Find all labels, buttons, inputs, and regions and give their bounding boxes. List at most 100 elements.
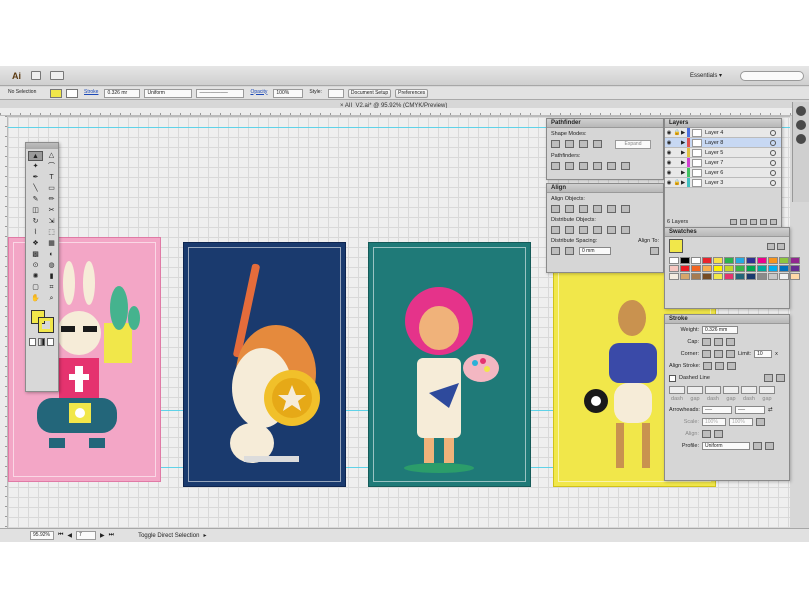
target-icon[interactable] [770, 159, 776, 166]
color-swatch[interactable] [713, 257, 723, 264]
align-top-icon[interactable] [593, 205, 602, 213]
variable-width-profile[interactable]: Uniform [144, 88, 193, 98]
horizontal-distribute-space-icon[interactable] [565, 247, 574, 255]
color-swatch[interactable] [669, 273, 679, 280]
align-hcenter-icon[interactable] [565, 205, 574, 213]
color-swatch[interactable] [735, 273, 745, 280]
grid-view-icon[interactable] [777, 242, 785, 250]
align-to-selection-icon[interactable] [650, 247, 659, 255]
color-swatch[interactable] [746, 265, 756, 272]
color-swatch[interactable] [757, 265, 767, 272]
eyedropper-icon[interactable]: ⊙ [28, 261, 43, 271]
stroke-swatch[interactable] [38, 317, 54, 333]
end-arrowhead-select[interactable]: ── [735, 406, 765, 414]
color-swatch[interactable] [746, 257, 756, 264]
swatches-tab[interactable]: Swatches [665, 228, 789, 237]
arrange-documents-icon[interactable] [50, 71, 64, 80]
opacity-field[interactable]: 100% [273, 88, 304, 98]
magic-wand-icon[interactable]: ✦ [28, 162, 43, 172]
locate-object-icon[interactable] [730, 219, 737, 225]
gradient-icon[interactable]: ◐ [44, 250, 59, 260]
document-setup-button[interactable]: Document Setup [347, 88, 392, 98]
artboard-lion[interactable] [368, 242, 531, 487]
gradient-mode-icon[interactable] [38, 338, 45, 346]
bridge-icon[interactable] [31, 71, 41, 80]
dash-gap-field[interactable] [669, 386, 685, 394]
intersect-icon[interactable] [579, 140, 588, 148]
stroke-tab[interactable]: Stroke [665, 315, 789, 324]
layer-row[interactable]: ◉ ▶ Layer 8 [665, 138, 781, 148]
layer-row[interactable]: ◉ ▶ Layer 7 [665, 158, 781, 168]
merge-icon[interactable] [579, 162, 588, 170]
status-menu-arrow-icon[interactable]: ▸ [203, 532, 206, 539]
color-swatch[interactable] [691, 273, 701, 280]
color-swatch[interactable] [669, 265, 679, 272]
blend-icon[interactable]: ◍ [44, 261, 59, 271]
workspace-switcher[interactable]: Essentials ▾ [690, 72, 722, 79]
layer-name[interactable]: Layer 3 [705, 180, 770, 186]
layer-row[interactable]: ◉ 🔒 ▶ Layer 4 [665, 128, 781, 138]
eye-icon[interactable]: ◉ [665, 140, 673, 146]
color-swatch[interactable] [702, 265, 712, 272]
stroke-link[interactable]: Stroke [82, 89, 100, 98]
round-join-icon[interactable] [714, 350, 723, 358]
layer-name[interactable]: Layer 7 [705, 160, 770, 166]
rotate-icon[interactable]: ↻ [28, 217, 43, 227]
target-icon[interactable] [770, 149, 776, 156]
stroke-color-swatch[interactable] [66, 88, 78, 98]
weight-field[interactable]: 0.326 mm [702, 326, 738, 334]
distribute-left-icon[interactable] [593, 226, 602, 234]
dashed-line-checkbox[interactable] [669, 374, 676, 382]
divide-icon[interactable] [551, 162, 560, 170]
color-swatch[interactable] [779, 273, 789, 280]
last-artboard-icon[interactable]: ⏭ [109, 532, 114, 539]
target-icon[interactable] [770, 139, 776, 146]
align-bottom-icon[interactable] [621, 205, 630, 213]
color-mode-icon[interactable] [29, 338, 36, 346]
opacity-link[interactable]: Opacity [248, 89, 269, 98]
layer-name[interactable]: Layer 8 [705, 140, 770, 146]
crop-icon[interactable] [593, 162, 602, 170]
color-swatch[interactable] [768, 273, 778, 280]
flip-across-icon[interactable] [765, 442, 774, 450]
eye-icon[interactable]: ◉ [665, 170, 673, 176]
zoom-icon[interactable]: ⌕ [44, 294, 59, 304]
dash-gap-field[interactable] [705, 386, 721, 394]
shape-builder-icon[interactable]: ❖ [28, 239, 43, 249]
lasso-icon[interactable]: ⌒ [44, 162, 59, 172]
color-swatch[interactable] [680, 257, 690, 264]
graph-icon[interactable]: ▮ [44, 272, 59, 282]
status-text[interactable]: Toggle Direct Selection [138, 533, 199, 539]
color-swatch[interactable] [746, 273, 756, 280]
artboard-hedgehog[interactable] [183, 242, 346, 487]
color-swatch[interactable] [724, 273, 734, 280]
color-swatch[interactable] [691, 265, 701, 272]
eye-icon[interactable]: ◉ [665, 160, 673, 166]
hand-icon[interactable]: ✋ [28, 294, 43, 304]
limit-field[interactable]: 10 [754, 350, 773, 358]
pen-icon[interactable]: ✒ [28, 173, 43, 183]
color-guide-icon[interactable] [796, 106, 806, 116]
symbol-sprayer-icon[interactable]: ✺ [28, 272, 43, 282]
color-swatch[interactable] [768, 257, 778, 264]
unite-icon[interactable] [551, 140, 560, 148]
rectangle-icon[interactable]: ▭ [44, 184, 59, 194]
color-swatch[interactable] [757, 257, 767, 264]
target-icon[interactable] [770, 169, 776, 176]
lock-icon[interactable]: 🔒 [673, 130, 681, 136]
eye-icon[interactable]: ◉ [665, 150, 673, 156]
color-swatch[interactable] [691, 257, 701, 264]
expand-button[interactable]: Expand [615, 140, 651, 149]
color-swatch[interactable] [735, 265, 745, 272]
perspective-icon[interactable]: ▦ [44, 239, 59, 249]
scissors-icon[interactable]: ✂ [44, 206, 59, 216]
artboard-number-field[interactable]: 7 [76, 531, 97, 540]
outline-icon[interactable] [607, 162, 616, 170]
color-swatch[interactable] [713, 265, 723, 272]
appearance-icon[interactable] [796, 120, 806, 130]
vertical-ruler[interactable] [0, 116, 8, 528]
color-swatch[interactable] [790, 257, 800, 264]
layer-row[interactable]: ◉ ▶ Layer 6 [665, 168, 781, 178]
graphic-style-picker[interactable] [327, 88, 344, 98]
artboard-icon[interactable]: ▢ [28, 283, 43, 293]
